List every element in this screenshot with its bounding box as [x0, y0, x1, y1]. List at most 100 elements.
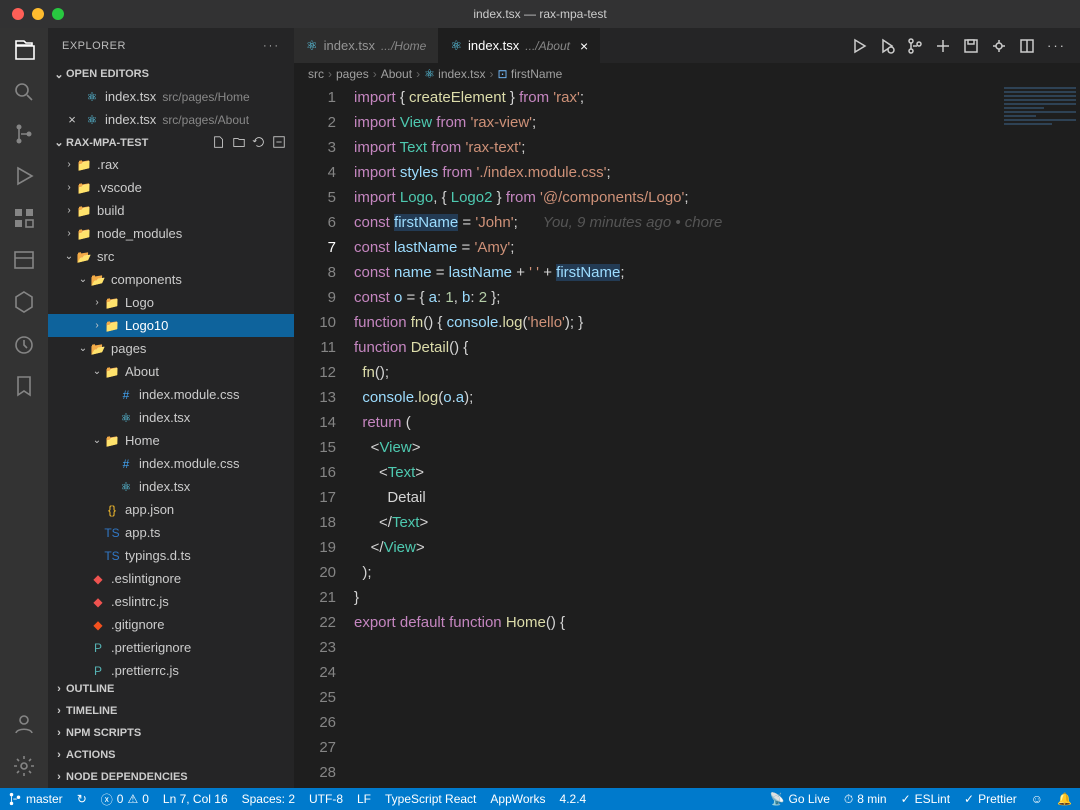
editor-toolbar: ··· — [837, 28, 1080, 63]
breadcrumb-item[interactable]: src — [308, 67, 324, 81]
diff-icon[interactable] — [991, 38, 1007, 54]
chevron-icon: › — [62, 159, 76, 170]
extensions-icon[interactable] — [12, 206, 36, 230]
close-icon[interactable]: × — [580, 38, 588, 54]
bookmark-icon[interactable] — [12, 374, 36, 398]
minimap[interactable] — [1000, 85, 1080, 788]
collapse-icon[interactable] — [272, 135, 286, 149]
time[interactable]: ⏱ 8 min — [844, 792, 887, 807]
sync-icon[interactable]: ↻ — [77, 792, 87, 806]
close-window[interactable] — [12, 8, 24, 20]
tree-item[interactable]: #index.module.css — [48, 383, 294, 406]
project-section[interactable]: ⌄RAX-MPA-TEST — [48, 131, 294, 153]
tree-item[interactable]: {}app.json — [48, 498, 294, 521]
version[interactable]: 4.2.4 — [560, 792, 587, 806]
breadcrumb-item[interactable]: ⚛ index.tsx — [424, 67, 485, 81]
appworks[interactable]: AppWorks — [490, 792, 545, 806]
tree-item[interactable]: ⚛index.tsx — [48, 406, 294, 429]
file-icon: P — [90, 663, 106, 679]
run-debug-icon[interactable] — [12, 164, 36, 188]
tree-item[interactable]: ›📁Logo10 — [48, 314, 294, 337]
more-icon[interactable]: ··· — [1047, 38, 1066, 53]
eslint[interactable]: ✓ ESLint — [901, 792, 950, 806]
breadcrumb-item[interactable]: About — [381, 67, 412, 81]
indentation[interactable]: Spaces: 2 — [242, 792, 295, 806]
editor-tab[interactable]: ⚛index.tsx.../About× — [438, 28, 600, 63]
section-npm scripts[interactable]: ›NPM SCRIPTS — [48, 722, 294, 744]
source-control-icon[interactable] — [12, 122, 36, 146]
feedback-icon[interactable]: ☺ — [1031, 792, 1043, 806]
tree-item[interactable]: ◆.gitignore — [48, 613, 294, 636]
save-icon[interactable] — [963, 38, 979, 54]
tree-item[interactable]: #index.module.css — [48, 452, 294, 475]
search-icon[interactable] — [12, 80, 36, 104]
tree-item[interactable]: ›📁node_modules — [48, 222, 294, 245]
run-icon[interactable] — [851, 38, 867, 54]
file-icon: TS — [104, 525, 120, 541]
tree-item[interactable]: ⌄📂src — [48, 245, 294, 268]
tree-item[interactable]: ⌄📁Home — [48, 429, 294, 452]
tree-item[interactable]: ›📁.rax — [48, 153, 294, 176]
language-mode[interactable]: TypeScript React — [385, 792, 476, 806]
explorer-icon[interactable] — [12, 38, 36, 62]
tree-item[interactable]: ⌄📂pages — [48, 337, 294, 360]
tree-item[interactable]: ⌄📂components — [48, 268, 294, 291]
tree-item[interactable]: ⚛index.tsx — [48, 475, 294, 498]
problems[interactable]: ⓧ 0 ⚠ 0 — [101, 791, 149, 808]
open-editors-section[interactable]: ⌄ OPEN EDITORS — [48, 63, 294, 85]
settings-gear-icon[interactable] — [12, 754, 36, 778]
code-editor[interactable]: 1234567891011121314151617181920212223242… — [294, 85, 1080, 788]
hex-icon[interactable] — [12, 290, 36, 314]
panel-icon[interactable] — [12, 248, 36, 272]
cursor-position[interactable]: Ln 7, Col 16 — [163, 792, 228, 806]
tree-item[interactable]: TSapp.ts — [48, 521, 294, 544]
prettier[interactable]: ✓ Prettier — [964, 792, 1017, 806]
tree-item[interactable]: P.prettierignore — [48, 636, 294, 659]
tree-item[interactable]: ⌄📁About — [48, 360, 294, 383]
close-icon[interactable]: × — [64, 112, 80, 127]
section-node dependencies[interactable]: ›NODE DEPENDENCIES — [48, 766, 294, 788]
tree-item[interactable]: ›📁build — [48, 199, 294, 222]
section-actions[interactable]: ›ACTIONS — [48, 744, 294, 766]
minimize-window[interactable] — [32, 8, 44, 20]
bell-icon[interactable]: 🔔 — [1057, 792, 1072, 806]
chevron-icon: ⌄ — [76, 343, 90, 354]
new-file-icon[interactable] — [212, 135, 226, 149]
split-icon[interactable] — [1019, 38, 1035, 54]
file-icon: ⚛ — [118, 410, 134, 426]
branch-icon[interactable] — [907, 38, 923, 54]
open-editor-item[interactable]: ×⚛index.tsxsrc/pages/About — [48, 108, 294, 131]
react-icon: ⚛ — [84, 112, 100, 128]
more-icon[interactable]: ··· — [263, 40, 280, 52]
eol[interactable]: LF — [357, 792, 371, 806]
breadcrumb-item[interactable]: pages — [336, 67, 369, 81]
git-branch[interactable]: master — [8, 792, 63, 806]
tree-item[interactable]: ◆.eslintrc.js — [48, 590, 294, 613]
add-icon[interactable] — [935, 38, 951, 54]
file-icon: P — [90, 640, 106, 656]
section-timeline[interactable]: ›TIMELINE — [48, 700, 294, 722]
tree-item[interactable]: ◆.eslintignore — [48, 567, 294, 590]
open-editor-item[interactable]: ⚛index.tsxsrc/pages/Home — [48, 85, 294, 108]
tree-item[interactable]: ›📁.vscode — [48, 176, 294, 199]
encoding[interactable]: UTF-8 — [309, 792, 343, 806]
timer-icon[interactable] — [12, 332, 36, 356]
file-icon: 📁 — [104, 433, 120, 449]
breadcrumb-item[interactable]: ⊡ firstName — [498, 67, 563, 81]
go-live[interactable]: 📡 Go Live — [770, 792, 830, 806]
refresh-icon[interactable] — [252, 135, 266, 149]
file-icon: TS — [104, 548, 120, 564]
run-history-icon[interactable] — [879, 38, 895, 54]
tree-item[interactable]: ›📁Logo — [48, 291, 294, 314]
file-icon: ⚛ — [118, 479, 134, 495]
breadcrumb[interactable]: src›pages›About›⚛ index.tsx›⊡ firstName — [294, 63, 1080, 85]
tree-item[interactable]: TStypings.d.ts — [48, 544, 294, 567]
new-folder-icon[interactable] — [232, 135, 246, 149]
window-title: index.tsx — rax-mpa-test — [473, 7, 606, 21]
tree-item[interactable]: P.prettierrc.js — [48, 659, 294, 678]
section-outline[interactable]: ›OUTLINE — [48, 678, 294, 700]
editor-tab[interactable]: ⚛index.tsx.../Home — [294, 28, 438, 63]
maximize-window[interactable] — [52, 8, 64, 20]
react-icon: ⚛ — [84, 89, 100, 105]
account-icon[interactable] — [12, 712, 36, 736]
